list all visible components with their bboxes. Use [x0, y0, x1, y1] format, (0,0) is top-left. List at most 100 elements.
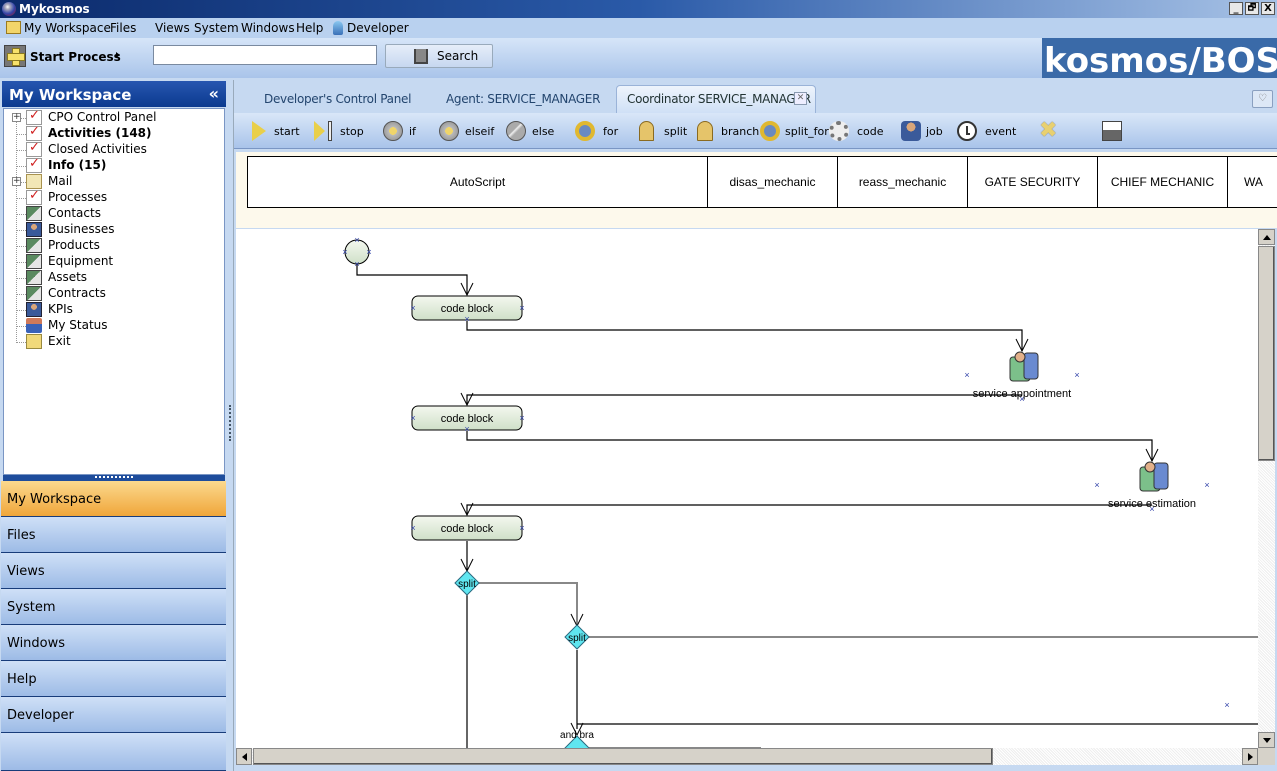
tree-item-businesses[interactable]: Businesses — [4, 222, 224, 238]
expand-icon[interactable]: + — [12, 113, 21, 122]
collapse-panel-icon[interactable]: « — [209, 84, 219, 103]
job-icon — [1023, 352, 1039, 380]
binoculars-icon — [414, 49, 428, 64]
scroll-right-button[interactable] — [1242, 748, 1258, 765]
palette-label: job — [926, 125, 943, 138]
port-marker: × — [354, 235, 359, 245]
lane-header[interactable]: GATE SECURITY — [968, 157, 1098, 207]
palette-label: split_for — [785, 125, 829, 138]
main-area: Developer's Control Panel Agent: SERVICE… — [234, 82, 1277, 771]
process-diagram[interactable]: code block code block code block service… — [236, 229, 1258, 748]
menu-help[interactable]: Help — [296, 21, 323, 35]
expand-icon[interactable]: + — [12, 177, 21, 186]
split-node[interactable]: split — [454, 570, 480, 596]
scroll-up-button[interactable] — [1258, 229, 1275, 245]
close-tab-icon[interactable]: ✕ — [794, 92, 807, 105]
port-marker: × — [519, 303, 524, 313]
tree-item-label: Products — [48, 238, 100, 252]
horizontal-scrollbar[interactable] — [236, 748, 1258, 765]
menu-developer[interactable]: Developer — [347, 21, 409, 35]
tree-item-label: Info (15) — [48, 158, 107, 172]
nav-empty — [1, 733, 226, 771]
lane-header[interactable]: disas_mechanic — [708, 157, 838, 207]
split-node[interactable]: split — [564, 624, 590, 650]
node-label: code block — [441, 523, 494, 535]
tree-item-kpis[interactable]: KPIs — [4, 302, 224, 318]
tree-item-label: Businesses — [48, 222, 115, 236]
search-button-label: Search — [437, 49, 479, 63]
dropdown-arrow-icon[interactable] — [116, 52, 120, 58]
minimize-button[interactable]: _ — [1229, 2, 1243, 15]
nav-developer[interactable]: Developer — [1, 697, 226, 733]
tree-item-my-status[interactable]: My Status — [4, 318, 224, 334]
workspace-tree: + CPO Control Panel Activities (148) Clo… — [3, 108, 225, 475]
menu-files[interactable]: Files — [110, 21, 136, 35]
restore-button[interactable]: 🗗 — [1245, 2, 1259, 15]
port-marker: × — [464, 314, 469, 324]
nav-help[interactable]: Help — [1, 661, 226, 697]
tab-developers-control-panel[interactable]: Developer's Control Panel — [264, 92, 411, 106]
lane-header[interactable]: WA — [1228, 157, 1277, 207]
tree-item-products[interactable]: Products — [4, 238, 224, 254]
edge — [479, 582, 578, 626]
job-node-service-appointment[interactable]: service appointment — [973, 351, 1071, 400]
nav-system[interactable]: System — [1, 589, 226, 625]
search-button[interactable]: Search — [385, 44, 493, 68]
port-marker: × — [1204, 480, 1209, 490]
status-icon — [26, 318, 42, 333]
nav-views[interactable]: Views — [1, 553, 226, 589]
tree-item-exit[interactable]: Exit — [4, 334, 224, 350]
edge — [466, 431, 1153, 461]
tree-item-label: Equipment — [48, 254, 114, 268]
tree-item-label: Processes — [48, 190, 108, 204]
search-input[interactable] — [153, 45, 377, 65]
and-branch-node[interactable]: and bra — [560, 730, 594, 748]
job-node-service-estimation[interactable]: service estimation — [1108, 461, 1196, 510]
menu-my-workspace[interactable]: My Workspace — [24, 21, 111, 35]
close-button[interactable]: X — [1261, 2, 1275, 15]
node-label: and bra — [560, 730, 594, 741]
lane-header[interactable]: AutoScript — [248, 157, 708, 207]
tree-item-contacts[interactable]: Contacts — [4, 206, 224, 222]
scroll-down-button[interactable] — [1258, 732, 1275, 748]
swimlane-header-area: AutoScript disas_mechanic reass_mechanic… — [236, 152, 1277, 228]
tree-item-info[interactable]: Info (15) — [4, 156, 224, 174]
nav-windows[interactable]: Windows — [1, 625, 226, 661]
tree-item-equipment[interactable]: Equipment — [4, 254, 224, 270]
node-palette: start stop if elseif else for split bran… — [234, 113, 1277, 149]
vertical-scrollbar[interactable] — [1258, 229, 1275, 748]
port-marker: × — [519, 413, 524, 423]
checklist-icon — [26, 140, 42, 157]
menu-system[interactable]: System — [194, 21, 239, 35]
palette-label: else — [532, 125, 555, 138]
developer-icon — [333, 21, 343, 35]
port-marker: × — [342, 247, 347, 257]
tree-item-label: Exit — [48, 334, 71, 348]
job-icon — [1153, 462, 1169, 490]
scroll-left-button[interactable] — [236, 748, 252, 765]
start-process-label: Start Process — [30, 50, 121, 64]
vertical-scroll-thumb[interactable] — [1258, 246, 1275, 461]
horizontal-scroll-thumb[interactable] — [253, 748, 993, 765]
menu-views[interactable]: Views — [155, 21, 190, 35]
lane-header[interactable]: reass_mechanic — [838, 157, 968, 207]
workspace-panel-title: My Workspace — [9, 86, 132, 104]
port-marker: × — [410, 413, 415, 423]
node-label: split — [568, 633, 586, 644]
tree-item-processes[interactable]: Processes — [4, 188, 224, 206]
palette-label: for — [603, 125, 619, 138]
tab-list-menu-icon[interactable]: ♡ — [1252, 90, 1273, 108]
palette-label: start — [274, 125, 300, 138]
port-marker: × — [354, 259, 359, 269]
menu-windows[interactable]: Windows — [241, 21, 295, 35]
tree-item-assets[interactable]: Assets — [4, 270, 224, 286]
nav-files[interactable]: Files — [1, 517, 226, 553]
tree-item-contracts[interactable]: Contracts — [4, 286, 224, 302]
nav-my-workspace[interactable]: My Workspace — [1, 481, 226, 517]
lane-header[interactable]: CHIEF MECHANIC — [1098, 157, 1228, 207]
palette-label: stop — [340, 125, 364, 138]
port-marker: × — [519, 523, 524, 533]
tab-agent-service-manager[interactable]: Agent: SERVICE_MANAGER — [446, 92, 600, 106]
designer-canvas: AutoScript disas_mechanic reass_mechanic… — [234, 149, 1277, 771]
checklist-icon — [26, 156, 42, 173]
